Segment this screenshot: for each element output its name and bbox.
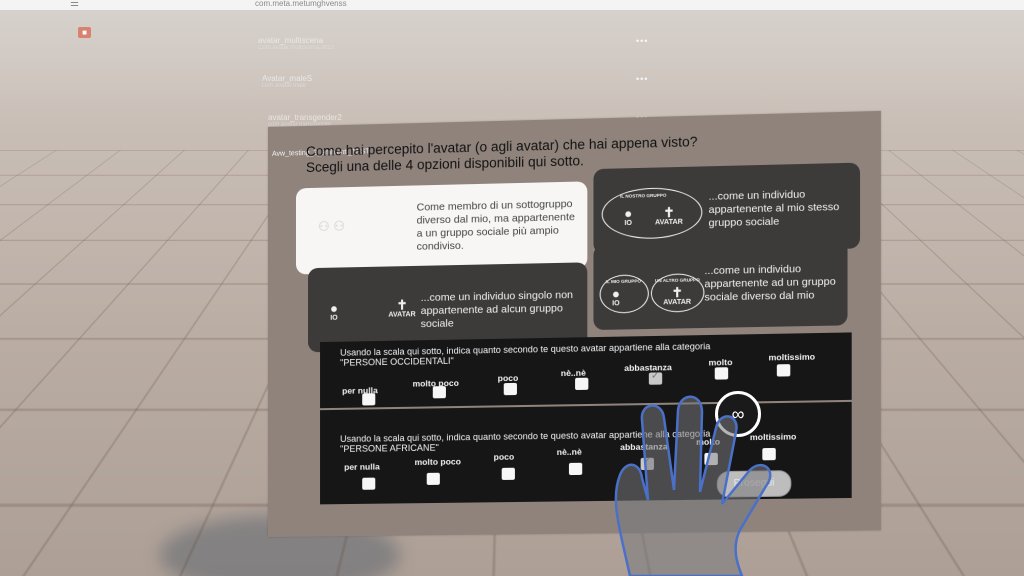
scale-checkbox[interactable]: [362, 478, 375, 490]
option-different-group[interactable]: IL MIO GRUPPO ● IO UN ALTRO GRUPPO ✝ AVATA…: [593, 240, 847, 330]
person-icon: ● IO: [624, 207, 632, 227]
window-title: com.meta.metumghvenss: [255, 0, 347, 8]
list-item-sub: com.avatar.male: [262, 83, 306, 89]
app-icon[interactable]: ■: [78, 27, 91, 38]
scale-label: nè..nè: [557, 447, 582, 457]
option-label: ...come un individuo singolo non apparte…: [421, 289, 573, 331]
scale-label: abbastanza: [624, 362, 672, 373]
scale-checkbox[interactable]: [427, 473, 440, 485]
scale-label: nè..nè: [561, 368, 586, 379]
top-bar: ☰ com.meta.metumghvenss: [0, 0, 1024, 10]
vr-environment: ☰ com.meta.metumghvenss ■ avatar_multisc…: [0, 0, 1024, 576]
scale-checkbox[interactable]: [502, 468, 515, 480]
list-item[interactable]: avatar_transgender2: [268, 113, 342, 122]
scale-question: Usando la scala qui sotto, indica quanto…: [340, 339, 841, 368]
group-label: IL MIO GRUPPO: [606, 278, 641, 284]
scale-label: moltissimo: [769, 351, 816, 362]
list-item[interactable]: avatar_multiscena: [258, 36, 323, 45]
scale-label: poco: [494, 452, 515, 462]
menu-icon[interactable]: ☰: [70, 0, 79, 9]
list-item[interactable]: Avatar_maleS: [262, 74, 312, 83]
scale-checkbox[interactable]: [777, 364, 790, 376]
hand-shape: [616, 397, 770, 576]
avatar-icon: ✝ AVATAR: [663, 286, 691, 307]
group-label: IL NOSTRO GRUPPO: [620, 193, 666, 199]
scale-checkbox[interactable]: [569, 463, 582, 475]
scale-checkbox[interactable]: [362, 393, 375, 405]
list-item-sub: Com.avatar.multiscena.2022: [258, 45, 334, 51]
hand-pointer: [590, 380, 850, 576]
avatar-icon: ✝ AVATAR: [655, 205, 683, 226]
scale-label: molto poco: [415, 456, 461, 467]
scale-checkbox[interactable]: [504, 383, 517, 395]
person-icon: ● IO: [612, 287, 620, 307]
option-label: Come membro di un sottogruppo diverso da…: [417, 198, 580, 254]
scale-label: per nulla: [344, 461, 380, 472]
avatar-icon: ✝ AVATAR: [388, 298, 415, 319]
scale-label: molto: [709, 357, 733, 368]
scale-label: poco: [498, 373, 519, 383]
scale-checkbox[interactable]: [575, 378, 588, 390]
option-subgroup[interactable]: ⚇ ⚇ Come membro di un sottogruppo divers…: [296, 181, 587, 274]
scale-checkbox[interactable]: [715, 367, 728, 379]
more-icon[interactable]: •••: [636, 74, 648, 84]
group-label: UN ALTRO GRUPPO: [655, 277, 700, 283]
option-label: ...come un individuo appartenente ad un …: [704, 262, 841, 304]
avatar-group-icon: ⚇ ⚇: [318, 219, 345, 233]
option-label: ...come un individuo appartenente al mio…: [709, 187, 854, 230]
person-icon: ● IO: [330, 302, 338, 322]
scale-checkbox[interactable]: [433, 386, 446, 398]
more-icon[interactable]: •••: [636, 36, 648, 46]
